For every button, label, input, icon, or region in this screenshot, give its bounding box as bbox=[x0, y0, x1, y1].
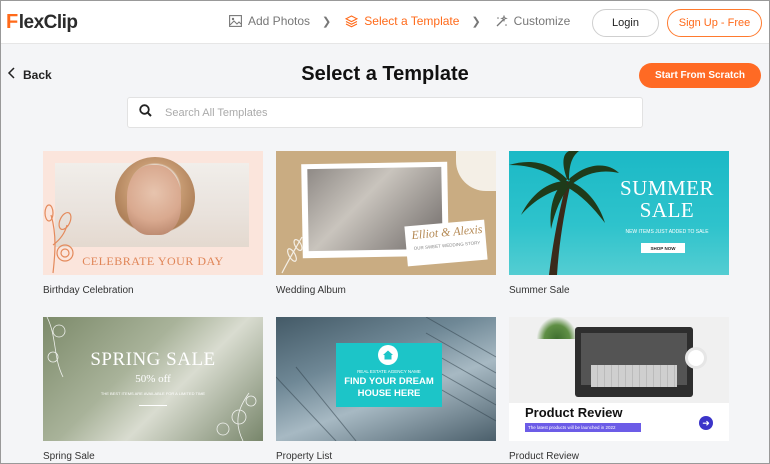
logo-text: lexClip bbox=[18, 11, 78, 33]
template-name: Birthday Celebration bbox=[43, 285, 134, 296]
template-thumbnail[interactable]: CELEBRATE YOUR DAY bbox=[43, 151, 263, 275]
template-discount: 50% off bbox=[135, 373, 171, 385]
headline-line-1: FIND YOUR DREAM bbox=[344, 376, 434, 387]
login-button[interactable]: Login bbox=[592, 9, 659, 37]
template-title: SUMMER SALE bbox=[605, 177, 729, 221]
step-select-template[interactable]: Select a Template bbox=[345, 14, 459, 28]
chevron-right-icon: ❯ bbox=[471, 15, 481, 28]
logo-mark: F bbox=[6, 11, 18, 33]
template-card-birthday[interactable]: CELEBRATE YOUR DAY Birthday Celebration bbox=[43, 151, 263, 301]
shop-now-badge: SHOP NOW bbox=[641, 243, 685, 253]
divider bbox=[139, 405, 167, 406]
image-icon bbox=[229, 15, 242, 27]
template-thumbnail[interactable]: REAL ESTATE AGENCY NAME FIND YOUR DREAM … bbox=[276, 317, 496, 441]
palm-tree-icon bbox=[509, 151, 619, 275]
template-thumbnail[interactable]: Elliot & Alexis OUR SWEET WEDDING STORY bbox=[276, 151, 496, 275]
template-thumbnail[interactable]: Product Review The latest products will … bbox=[509, 317, 729, 441]
template-subcaption: NEW ITEMS JUST ADDED TO SALE bbox=[625, 229, 709, 235]
agency-name: REAL ESTATE AGENCY NAME bbox=[357, 369, 421, 374]
house-icon bbox=[378, 345, 398, 365]
step-add-photos[interactable]: Add Photos bbox=[229, 14, 310, 28]
template-name: Spring Sale bbox=[43, 451, 95, 462]
search-input[interactable] bbox=[165, 106, 605, 119]
top-bar: F lexClip Add Photos ❯ Select a Template… bbox=[1, 1, 769, 44]
template-card-property-list[interactable]: REAL ESTATE AGENCY NAME FIND YOUR DREAM … bbox=[276, 317, 496, 464]
title-line-2: SALE bbox=[639, 198, 695, 222]
start-from-scratch-button[interactable]: Start From Scratch bbox=[639, 63, 761, 88]
template-name: Wedding Album bbox=[276, 285, 346, 296]
template-card-summer-sale[interactable]: SUMMER SALE NEW ITEMS JUST ADDED TO SALE… bbox=[509, 151, 729, 301]
step-label: Add Photos bbox=[248, 14, 311, 28]
magic-wand-icon bbox=[495, 14, 508, 28]
template-name: Property List bbox=[276, 451, 333, 462]
template-caption: CELEBRATE YOUR DAY bbox=[82, 254, 224, 268]
search-icon bbox=[139, 103, 152, 122]
coffee-cup bbox=[685, 347, 707, 369]
template-name: Product Review bbox=[509, 451, 580, 462]
paint-stroke bbox=[456, 151, 496, 191]
template-thumbnail[interactable]: SUMMER SALE NEW ITEMS JUST ADDED TO SALE… bbox=[509, 151, 729, 275]
search-bar bbox=[127, 97, 643, 128]
title-line-1: SUMMER bbox=[619, 176, 715, 200]
step-label: Select a Template bbox=[364, 14, 460, 28]
laptop-keyboard bbox=[591, 365, 677, 387]
chevron-right-icon: ❯ bbox=[322, 15, 332, 28]
template-headline: FIND YOUR DREAM HOUSE HERE bbox=[336, 376, 442, 400]
flexclip-logo[interactable]: F lexClip bbox=[6, 11, 78, 34]
step-nav: Add Photos ❯ Select a Template ❯ Customi… bbox=[229, 14, 570, 28]
template-subcaption: THE BEST ITEMS ARE AVAILABLE FOR A LIMIT… bbox=[100, 391, 206, 396]
template-card-product-review[interactable]: Product Review The latest products will … bbox=[509, 317, 729, 464]
plant-decoration bbox=[537, 317, 577, 339]
template-name: Summer Sale bbox=[509, 285, 570, 296]
photo-detail bbox=[127, 165, 181, 235]
signup-button[interactable]: Sign Up - Free bbox=[667, 9, 762, 37]
template-title: SPRING SALE bbox=[90, 349, 216, 370]
template-thumbnail[interactable]: SPRING SALE 50% off THE BEST ITEMS ARE A… bbox=[43, 317, 263, 441]
leaf-decoration-icon bbox=[278, 231, 308, 275]
template-subcaption: The latest products will be launched in … bbox=[525, 423, 641, 432]
template-card-spring-sale[interactable]: SPRING SALE 50% off THE BEST ITEMS ARE A… bbox=[43, 317, 263, 464]
step-customize[interactable]: Customize bbox=[495, 14, 571, 28]
step-label: Customize bbox=[513, 14, 571, 28]
template-title: Product Review bbox=[525, 405, 623, 420]
headline-line-2: HOUSE HERE bbox=[357, 388, 421, 399]
layers-icon bbox=[345, 14, 359, 28]
arrow-right-icon: ➜ bbox=[699, 416, 713, 430]
template-card-wedding[interactable]: Elliot & Alexis OUR SWEET WEDDING STORY … bbox=[276, 151, 496, 301]
